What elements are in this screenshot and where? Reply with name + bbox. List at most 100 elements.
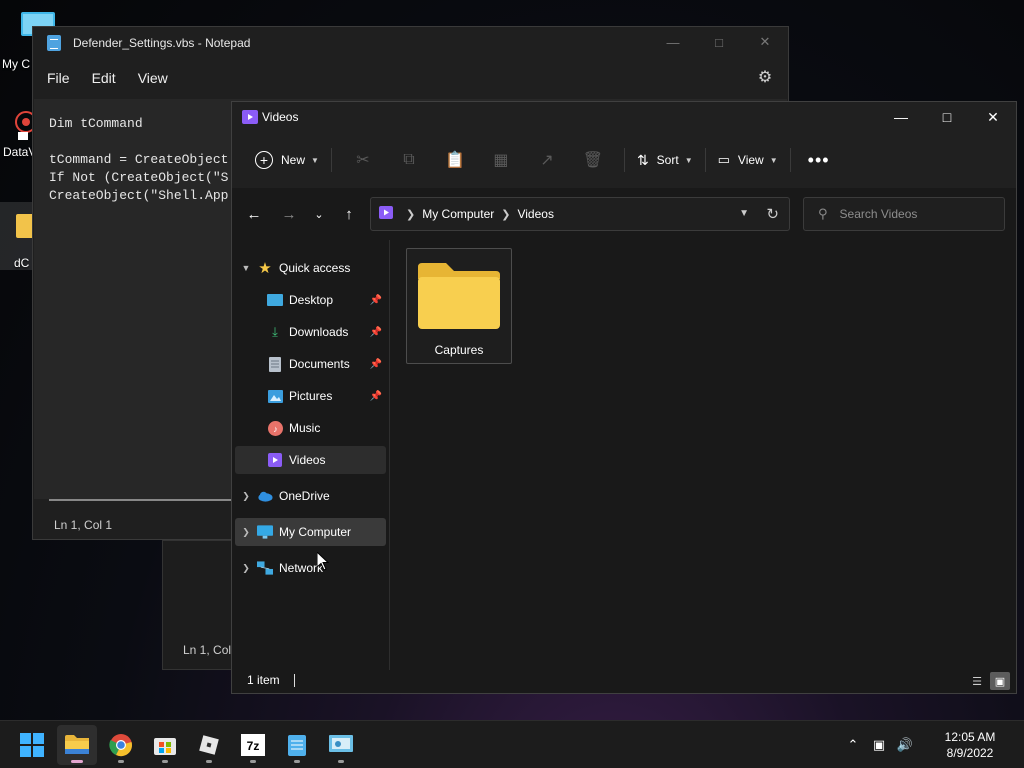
rename-icon[interactable]: ▦ — [478, 144, 524, 176]
sort-button[interactable]: ⇅ Sort ▼ — [633, 144, 697, 176]
search-input[interactable] — [839, 207, 990, 221]
address-bar[interactable]: ❯ My Computer ❯ Videos ▼ ↻ — [370, 197, 790, 231]
clock[interactable]: 12:05 AM 8/9/2022 — [930, 729, 1010, 761]
svg-text:♪: ♪ — [273, 424, 278, 434]
minimize-icon[interactable]: — — [878, 102, 924, 132]
nav-label: Desktop — [289, 293, 334, 307]
chevron-up-icon[interactable]: ⌃ — [840, 737, 866, 753]
recent-locations-chevron-icon[interactable]: ⌄ — [305, 198, 333, 230]
network-status-icon[interactable]: ▣ — [866, 737, 892, 753]
maximize-icon[interactable]: □ — [924, 102, 970, 132]
nav-quick-access[interactable]: ▼ ★ Quick access — [235, 254, 386, 282]
file-explorer-window[interactable]: Videos — □ ✕ + New ▼ ✂ ⧉ 📋 ▦ ↗ 🗑 ⇅ Sort … — [231, 101, 1017, 694]
running-indicator — [206, 760, 212, 763]
taskbar-control-panel[interactable] — [321, 725, 361, 765]
nav-my-computer[interactable]: ❯ My Computer — [235, 518, 386, 546]
cursor-position: Ln 1, Col 1 — [54, 518, 113, 532]
pin-icon[interactable]: 📌 — [370, 295, 382, 306]
computer-icon — [257, 524, 273, 540]
cursor-position: Ln 1, Col — [183, 643, 232, 657]
nav-item-documents[interactable]: Documents 📌 — [235, 350, 386, 378]
notepad-app-icon — [47, 35, 61, 51]
nav-label: Quick access — [279, 261, 351, 275]
nav-item-desktop[interactable]: Desktop 📌 — [235, 286, 386, 314]
new-label: New — [281, 153, 306, 167]
nav-item-music[interactable]: ♪ Music — [235, 414, 386, 442]
breadcrumb-videos[interactable]: Videos — [517, 207, 553, 221]
copy-icon[interactable]: ⧉ — [386, 144, 432, 176]
chevron-down-icon[interactable]: ▼ — [235, 263, 257, 273]
paste-icon[interactable]: 📋 — [432, 144, 478, 176]
clock-time: 12:05 AM — [944, 730, 996, 744]
minimize-icon[interactable]: — — [650, 27, 696, 57]
network-icon — [257, 560, 273, 576]
details-view-icon[interactable]: ☰ — [967, 672, 987, 690]
up-arrow-icon[interactable]: ↑ — [333, 198, 365, 230]
more-options-icon[interactable]: ••• — [799, 150, 839, 171]
menu-file[interactable]: File — [39, 64, 78, 92]
explorer-titlebar[interactable]: Videos — □ ✕ — [232, 102, 1016, 132]
chevron-right-icon[interactable]: ❯ — [235, 491, 257, 502]
desktop-icon-folder[interactable]: dC — [0, 202, 42, 270]
chevron-right-icon: ❯ — [501, 208, 511, 221]
chevron-right-icon: ❯ — [406, 208, 416, 221]
desktop-icon — [267, 292, 283, 308]
delete-icon[interactable]: 🗑 — [570, 144, 616, 176]
volume-icon[interactable]: 🔊 — [892, 737, 918, 753]
search-box[interactable]: ⚲ — [803, 197, 1005, 231]
nav-onedrive[interactable]: ❯ OneDrive — [235, 482, 386, 510]
notepad-window-back[interactable]: Ln 1, Col — [162, 540, 242, 670]
chevron-right-icon[interactable]: ❯ — [235, 527, 257, 538]
folder-name: Captures — [434, 343, 484, 357]
videos-folder-icon — [242, 110, 258, 124]
chevron-right-icon[interactable]: ❯ — [235, 563, 257, 574]
chevron-down-icon[interactable]: ▼ — [739, 208, 749, 219]
chevron-down-icon: ▼ — [684, 155, 693, 165]
address-row: ← → ⌄ ↑ ❯ My Computer ❯ Videos ▼ ↻ ⚲ — [232, 188, 1016, 240]
menu-view[interactable]: View — [130, 64, 176, 92]
refresh-icon[interactable]: ↻ — [766, 205, 779, 223]
taskbar-7zip[interactable]: 7z — [233, 725, 273, 765]
pin-icon[interactable]: 📌 — [370, 391, 382, 402]
menu-edit[interactable]: Edit — [84, 64, 124, 92]
view-button[interactable]: ▭ View ▼ — [714, 144, 782, 176]
cloud-icon — [257, 488, 273, 504]
gear-icon[interactable]: ⚙ — [756, 69, 774, 87]
cut-icon[interactable]: ✂ — [340, 144, 386, 176]
clock-date: 8/9/2022 — [946, 746, 994, 760]
document-icon — [267, 356, 283, 372]
close-icon[interactable]: ✕ — [970, 102, 1016, 132]
plus-icon: + — [255, 151, 273, 169]
nav-network[interactable]: ❯ Network — [235, 554, 386, 582]
notepad-titlebar[interactable]: Defender_Settings.vbs - Notepad — □ ✕ — [33, 27, 788, 59]
large-icons-view-icon[interactable]: ▣ — [990, 672, 1010, 690]
nav-item-videos[interactable]: Videos — [235, 446, 386, 474]
chevron-down-icon: ▼ — [769, 155, 778, 165]
taskbar-file-explorer[interactable] — [57, 725, 97, 765]
pin-icon[interactable]: 📌 — [370, 359, 382, 370]
taskbar-notepad[interactable] — [277, 725, 317, 765]
back-arrow-icon[interactable]: ← — [238, 198, 270, 230]
pin-icon[interactable]: 📌 — [370, 327, 382, 338]
close-icon[interactable]: ✕ — [742, 27, 788, 57]
nav-item-pictures[interactable]: Pictures 📌 — [235, 382, 386, 410]
new-button[interactable]: + New ▼ — [251, 144, 323, 176]
file-list: Captures — [392, 240, 1016, 670]
taskbar-store[interactable] — [145, 725, 185, 765]
maximize-icon[interactable]: □ — [696, 27, 742, 57]
running-indicator — [338, 760, 344, 763]
taskbar-chrome[interactable] — [101, 725, 141, 765]
horizontal-scrollbar[interactable] — [49, 499, 249, 501]
nav-label: Downloads — [289, 325, 349, 339]
toolbar-divider — [789, 148, 791, 172]
breadcrumb-my-computer[interactable]: My Computer — [422, 207, 494, 221]
folder-item[interactable]: Captures — [406, 248, 512, 364]
status-divider — [293, 673, 295, 687]
taskbar-roblox[interactable] — [189, 725, 229, 765]
share-icon[interactable]: ↗ — [524, 144, 570, 176]
start-button[interactable] — [12, 725, 52, 765]
view-icon: ▭ — [717, 152, 730, 167]
forward-arrow-icon[interactable]: → — [273, 198, 305, 230]
video-icon — [267, 452, 283, 468]
nav-item-downloads[interactable]: ⤓ Downloads 📌 — [235, 318, 386, 346]
